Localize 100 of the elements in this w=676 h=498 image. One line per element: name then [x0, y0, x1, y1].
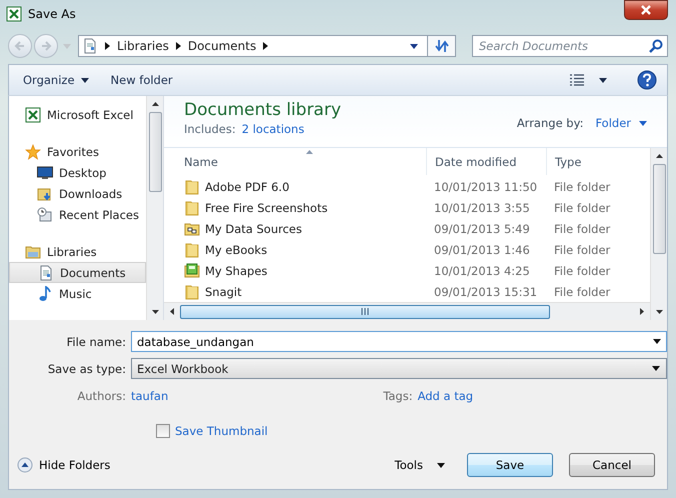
- scroll-right-arrow-icon[interactable]: [640, 308, 644, 315]
- caret-icon: [652, 366, 660, 371]
- scrollbar[interactable]: [650, 148, 667, 320]
- document-icon: [82, 38, 98, 54]
- sort-caret-icon: [306, 150, 313, 154]
- dropdown-caret-icon[interactable]: [410, 44, 418, 48]
- nav-item[interactable]: Libraries: [9, 241, 146, 262]
- view-list-icon[interactable]: [569, 74, 585, 86]
- spreadsheet-icon: [25, 106, 41, 122]
- help-icon[interactable]: [637, 70, 657, 90]
- add-tag-link[interactable]: Add a tag: [418, 388, 474, 402]
- nav-item[interactable]: Microsoft Excel: [9, 104, 146, 125]
- file-name-field[interactable]: database_undangan: [131, 331, 667, 352]
- tools-menu[interactable]: Tools: [394, 458, 445, 472]
- star-icon: [25, 144, 41, 160]
- window-title: Save As: [28, 7, 76, 21]
- nav-item[interactable]: Favorites: [9, 141, 146, 162]
- address-bar[interactable]: Libraries Documents: [78, 35, 456, 57]
- hide-folders-button[interactable]: Hide Folders: [17, 457, 110, 473]
- checkbox-label[interactable]: Save Thumbnail: [175, 424, 268, 438]
- arrange-dropdown[interactable]: Folder: [595, 116, 647, 130]
- file-name: My eBooks: [205, 242, 268, 256]
- scrollbar[interactable]: [146, 96, 163, 320]
- checkbox[interactable]: [156, 424, 170, 438]
- folder-icon: [184, 284, 200, 300]
- column-header[interactable]: Date modified: [426, 148, 546, 175]
- scroll-down-arrow-icon[interactable]: [656, 310, 662, 314]
- author-link[interactable]: taufan: [131, 388, 168, 402]
- scroll-down-arrow-icon[interactable]: [152, 310, 158, 314]
- file-name: My Data Sources: [205, 222, 302, 236]
- breadcrumb[interactable]: Documents: [188, 39, 256, 53]
- shapes-folder-icon: [184, 262, 200, 278]
- file-row[interactable]: My eBooks 09/01/2013 1:46 File folder: [164, 239, 650, 260]
- library-title: Documents library: [184, 100, 342, 120]
- caret-icon: [80, 78, 89, 82]
- search-icon[interactable]: [648, 38, 664, 54]
- scroll-left-arrow-icon[interactable]: [170, 308, 174, 315]
- save-button[interactable]: Save: [467, 453, 553, 477]
- file-row[interactable]: Snagit 09/01/2013 15:31 File folder: [164, 281, 650, 302]
- collapse-icon: [17, 457, 33, 473]
- scroll-up-arrow-icon[interactable]: [152, 102, 158, 106]
- nav-item[interactable]: Downloads: [9, 183, 146, 204]
- locations-link[interactable]: 2 locations: [242, 122, 304, 136]
- type-cell-text: File folder: [553, 222, 612, 236]
- scrollbar[interactable]: [164, 302, 650, 320]
- dropdown-caret-icon[interactable]: [599, 78, 607, 82]
- breadcrumb[interactable]: Libraries: [117, 39, 169, 53]
- date-cell-text: 10/01/2013 4:25: [433, 264, 531, 278]
- tags-label: Tags:: [383, 388, 413, 402]
- file-row[interactable]: My Shapes 10/01/2013 4:25 File folder: [164, 260, 650, 281]
- refresh-button[interactable]: [427, 36, 455, 56]
- nav-item[interactable]: Recent Places: [9, 204, 146, 225]
- new-folder-button[interactable]: New folder: [106, 71, 177, 89]
- close-icon: [640, 5, 652, 15]
- recent-places-icon: [37, 206, 53, 222]
- file-name-label: File name:: [66, 334, 126, 348]
- date-cell-text: 09/01/2013 15:31: [433, 284, 538, 298]
- dropdown-caret-icon[interactable]: [653, 339, 661, 344]
- folder-icon: [184, 200, 200, 216]
- search-field[interactable]: Search Documents: [472, 35, 668, 57]
- breadcrumb-arrow-icon[interactable]: [176, 42, 181, 50]
- refresh-arrows-icon: [434, 38, 450, 54]
- folder-icon: [184, 242, 200, 258]
- type-cell-text: File folder: [553, 264, 612, 278]
- scrollbar-thumb[interactable]: [180, 304, 550, 318]
- monitor-icon: [37, 164, 53, 180]
- file-row[interactable]: Adobe PDF 6.0 10/01/2013 11:50 File folder: [164, 176, 650, 197]
- breadcrumb-arrow-icon[interactable]: [263, 42, 268, 50]
- save-type-dropdown[interactable]: Excel Workbook: [131, 358, 667, 379]
- nav-item[interactable]: Desktop: [9, 162, 146, 183]
- back-arrow-icon: [14, 40, 26, 52]
- date-cell-text: 10/01/2013 11:50: [433, 180, 538, 194]
- organize-menu[interactable]: Organize: [19, 71, 93, 89]
- date-cell-text: 10/01/2013 3:55: [433, 200, 531, 214]
- forward-arrow-icon: [40, 40, 52, 52]
- cancel-button[interactable]: Cancel: [569, 453, 655, 477]
- file-name: My Shapes: [205, 264, 268, 278]
- caret-icon: [639, 120, 647, 126]
- save-type-label: Save as type:: [46, 362, 126, 376]
- date-cell-text: 09/01/2013 5:49: [433, 222, 531, 236]
- scrollbar-thumb[interactable]: [148, 112, 162, 192]
- file-name: Adobe PDF 6.0: [205, 180, 290, 194]
- file-name: Free Fire Screenshots: [205, 200, 328, 214]
- scrollbar-thumb[interactable]: [652, 164, 666, 254]
- type-cell-text: File folder: [553, 284, 612, 298]
- document-icon: [38, 264, 54, 280]
- nav-item[interactable]: Music: [9, 283, 146, 304]
- file-row[interactable]: My Data Sources 09/01/2013 5:49 File folder: [164, 218, 650, 239]
- scroll-up-arrow-icon[interactable]: [656, 154, 662, 158]
- file-row[interactable]: Free Fire Screenshots 10/01/2013 3:55 File folder: [164, 197, 650, 218]
- file-name: Snagit: [205, 284, 242, 298]
- caret-icon: [437, 462, 445, 468]
- breadcrumb-arrow-icon[interactable]: [105, 42, 110, 50]
- close-button[interactable]: [624, 0, 668, 20]
- arrange-label: Arrange by:: [516, 116, 584, 130]
- nav-item[interactable]: Documents: [9, 262, 146, 283]
- folder-icon: [184, 178, 200, 194]
- column-header[interactable]: Name: [164, 148, 426, 175]
- includes-label: Includes:: [184, 122, 236, 136]
- data-folder-icon: [184, 220, 200, 236]
